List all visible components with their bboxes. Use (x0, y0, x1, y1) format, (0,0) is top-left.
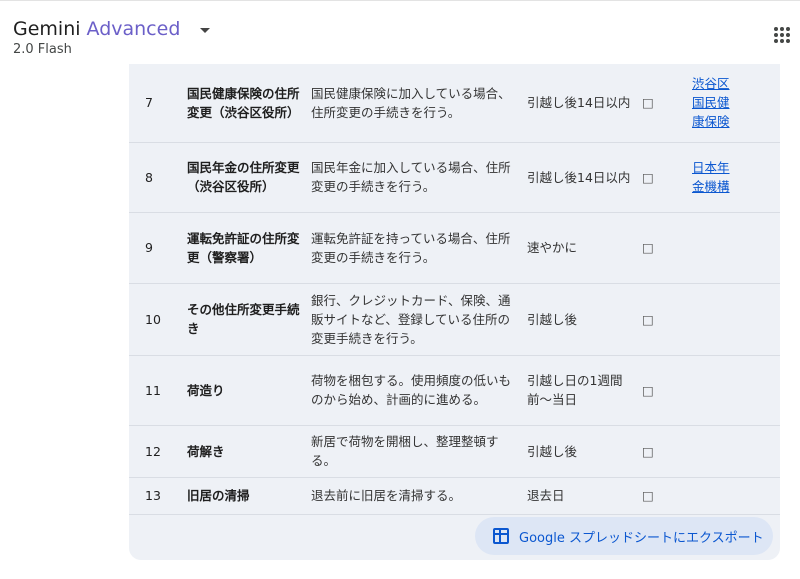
task-description: 退去前に旧居を清掃する。 (311, 477, 527, 515)
task-name: 荷解き (187, 425, 311, 478)
moving-checklist-table: 7 国民健康保険の住所変更（渋谷区役所） 国民健康保険に加入している場合、住所変… (129, 64, 780, 515)
table-row: 8 国民年金の住所変更（渋谷区役所） 国民年金に加入している場合、住所変更の手続… (129, 142, 780, 213)
app-name: Gemini (13, 18, 81, 40)
apps-grid-icon[interactable] (774, 27, 790, 43)
task-description: 銀行、クレジットカード、保険、通販サイトなど、登録している住所の変更手続きを行う… (311, 283, 527, 356)
checkbox[interactable]: □ (642, 212, 692, 284)
task-name: 荷造り (187, 355, 311, 426)
checkbox[interactable]: □ (642, 425, 692, 478)
task-description: 荷物を梱包する。使用頻度の低いものから始め、計画的に進める。 (311, 355, 527, 426)
reference-link-empty (692, 283, 780, 356)
checkbox[interactable]: □ (642, 283, 692, 356)
task-timing: 引越し後 (527, 425, 642, 478)
tier-label: Advanced (86, 18, 181, 40)
task-description: 国民健康保険に加入している場合、住所変更の手続きを行う。 (311, 64, 527, 143)
checkbox[interactable]: □ (642, 477, 692, 515)
task-description: 新居で荷物を開梱し、整理整頓する。 (311, 425, 527, 478)
reference-link-empty (692, 425, 780, 478)
checkbox[interactable]: □ (642, 355, 692, 426)
task-timing: 引越し後14日以内 (527, 64, 642, 143)
task-timing: 速やかに (527, 212, 642, 284)
task-description: 国民年金に加入している場合、住所変更の手続きを行う。 (311, 142, 527, 213)
table-row: 11 荷造り 荷物を梱包する。使用頻度の低いものから始め、計画的に進める。 引越… (129, 355, 780, 426)
table-row: 12 荷解き 新居で荷物を開梱し、整理整頓する。 引越し後 □ (129, 425, 780, 478)
reference-link-empty (692, 212, 780, 284)
checkbox[interactable]: □ (642, 142, 692, 213)
export-to-sheets-button[interactable]: Google スプレッドシートにエクスポート (475, 517, 773, 555)
task-timing: 退去日 (527, 477, 642, 515)
table-row: 10 その他住所変更手続き 銀行、クレジットカード、保険、通販サイトなど、登録し… (129, 283, 780, 356)
row-number: 9 (129, 212, 187, 284)
row-number: 10 (129, 283, 187, 356)
row-number: 7 (129, 64, 187, 143)
table-panel: 7 国民健康保険の住所変更（渋谷区役所） 国民健康保険に加入している場合、住所変… (129, 64, 780, 560)
task-timing: 引越し日の1週間前〜当日 (527, 355, 642, 426)
task-name: 運転免許証の住所変更（警察署） (187, 212, 311, 284)
model-name: 2.0 Flash (13, 42, 72, 57)
checkbox[interactable]: □ (642, 64, 692, 143)
table-row: 7 国民健康保険の住所変更（渋谷区役所） 国民健康保険に加入している場合、住所変… (129, 64, 780, 143)
reference-link-empty (692, 355, 780, 426)
row-number: 11 (129, 355, 187, 426)
task-timing: 引越し後14日以内 (527, 142, 642, 213)
row-number: 12 (129, 425, 187, 478)
app-header: Gemini Advanced 2.0 Flash (0, 0, 800, 64)
task-name: 国民健康保険の住所変更（渋谷区役所） (187, 64, 311, 143)
task-description: 運転免許証を持っている場合、住所変更の手続きを行う。 (311, 212, 527, 284)
model-switcher[interactable]: Gemini Advanced (13, 17, 211, 41)
table-row: 9 運転免許証の住所変更（警察署） 運転免許証を持っている場合、住所変更の手続き… (129, 212, 780, 284)
row-number: 8 (129, 142, 187, 213)
table-sheet-icon (493, 528, 509, 544)
task-timing: 引越し後 (527, 283, 642, 356)
reference-link-empty (692, 477, 780, 515)
task-name: その他住所変更手続き (187, 283, 311, 356)
row-number: 13 (129, 477, 187, 515)
table-row: 13 旧居の清掃 退去前に旧居を清掃する。 退去日 □ (129, 477, 780, 515)
reference-link[interactable]: 渋谷区国民健康保険 (692, 74, 736, 131)
export-label: Google スプレッドシートにエクスポート (519, 530, 764, 546)
task-name: 国民年金の住所変更（渋谷区役所） (187, 142, 311, 213)
task-name: 旧居の清掃 (187, 477, 311, 515)
reference-link[interactable]: 日本年金機構 (692, 158, 736, 196)
caret-down-icon[interactable] (200, 27, 211, 33)
